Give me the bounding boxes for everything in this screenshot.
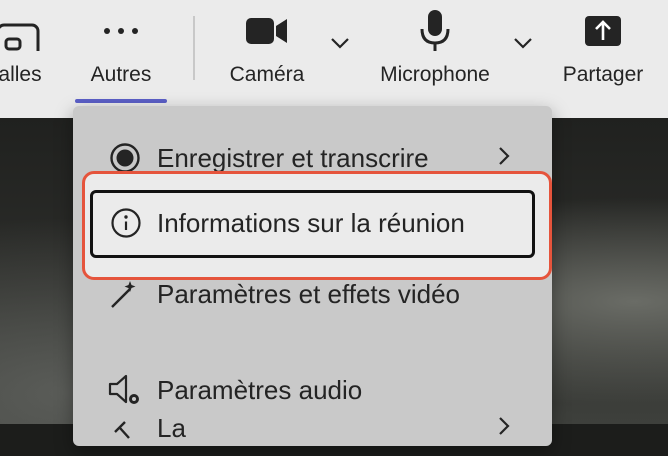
- microphone-options-chevron-icon[interactable]: [513, 36, 533, 55]
- rooms-icon: [0, 0, 44, 62]
- menu-item-label: Enregistrer et transcrire: [157, 142, 429, 173]
- menu-item-label: Paramètres et effets vidéo: [157, 278, 461, 309]
- toolbar-microphone-button[interactable]: Microphone: [368, 0, 502, 104]
- menu-item-language[interactable]: La: [73, 400, 552, 456]
- language-icon: [107, 410, 143, 446]
- camera-options-chevron-icon[interactable]: [330, 36, 350, 55]
- toolbar-share-button[interactable]: Partager: [554, 0, 652, 104]
- submenu-chevron-icon: [497, 415, 511, 442]
- toolbar-more-label: Autres: [90, 63, 152, 86]
- submenu-chevron-icon: [497, 145, 511, 172]
- menu-item-label: Informations sur la réunion: [157, 208, 465, 238]
- camera-icon: [245, 0, 289, 62]
- menu-item-meeting-info[interactable]: Informations sur la réunion: [90, 190, 535, 258]
- toolbar-more-button[interactable]: Autres: [75, 0, 167, 104]
- magic-wand-icon: [107, 276, 143, 312]
- toolbar-rooms-button[interactable]: alles: [0, 0, 62, 104]
- toolbar-camera-button[interactable]: Caméra: [222, 0, 312, 104]
- microphone-icon: [419, 0, 451, 62]
- toolbar-microphone-label: Microphone: [380, 63, 490, 86]
- toolbar-rooms-label: alles: [0, 63, 42, 86]
- active-tab-indicator: [75, 99, 167, 103]
- toolbar-share-label: Partager: [562, 63, 644, 86]
- menu-item-label: La: [157, 412, 186, 443]
- meeting-toolbar: alles Autres Caméra Microphone Partager: [0, 0, 668, 118]
- menu-item-video-settings[interactable]: Paramètres et effets vidéo: [73, 266, 552, 322]
- more-icon: [101, 0, 141, 62]
- info-icon: [110, 207, 142, 239]
- toolbar-divider: [193, 16, 195, 80]
- share-icon: [584, 0, 622, 62]
- toolbar-camera-label: Caméra: [229, 63, 305, 86]
